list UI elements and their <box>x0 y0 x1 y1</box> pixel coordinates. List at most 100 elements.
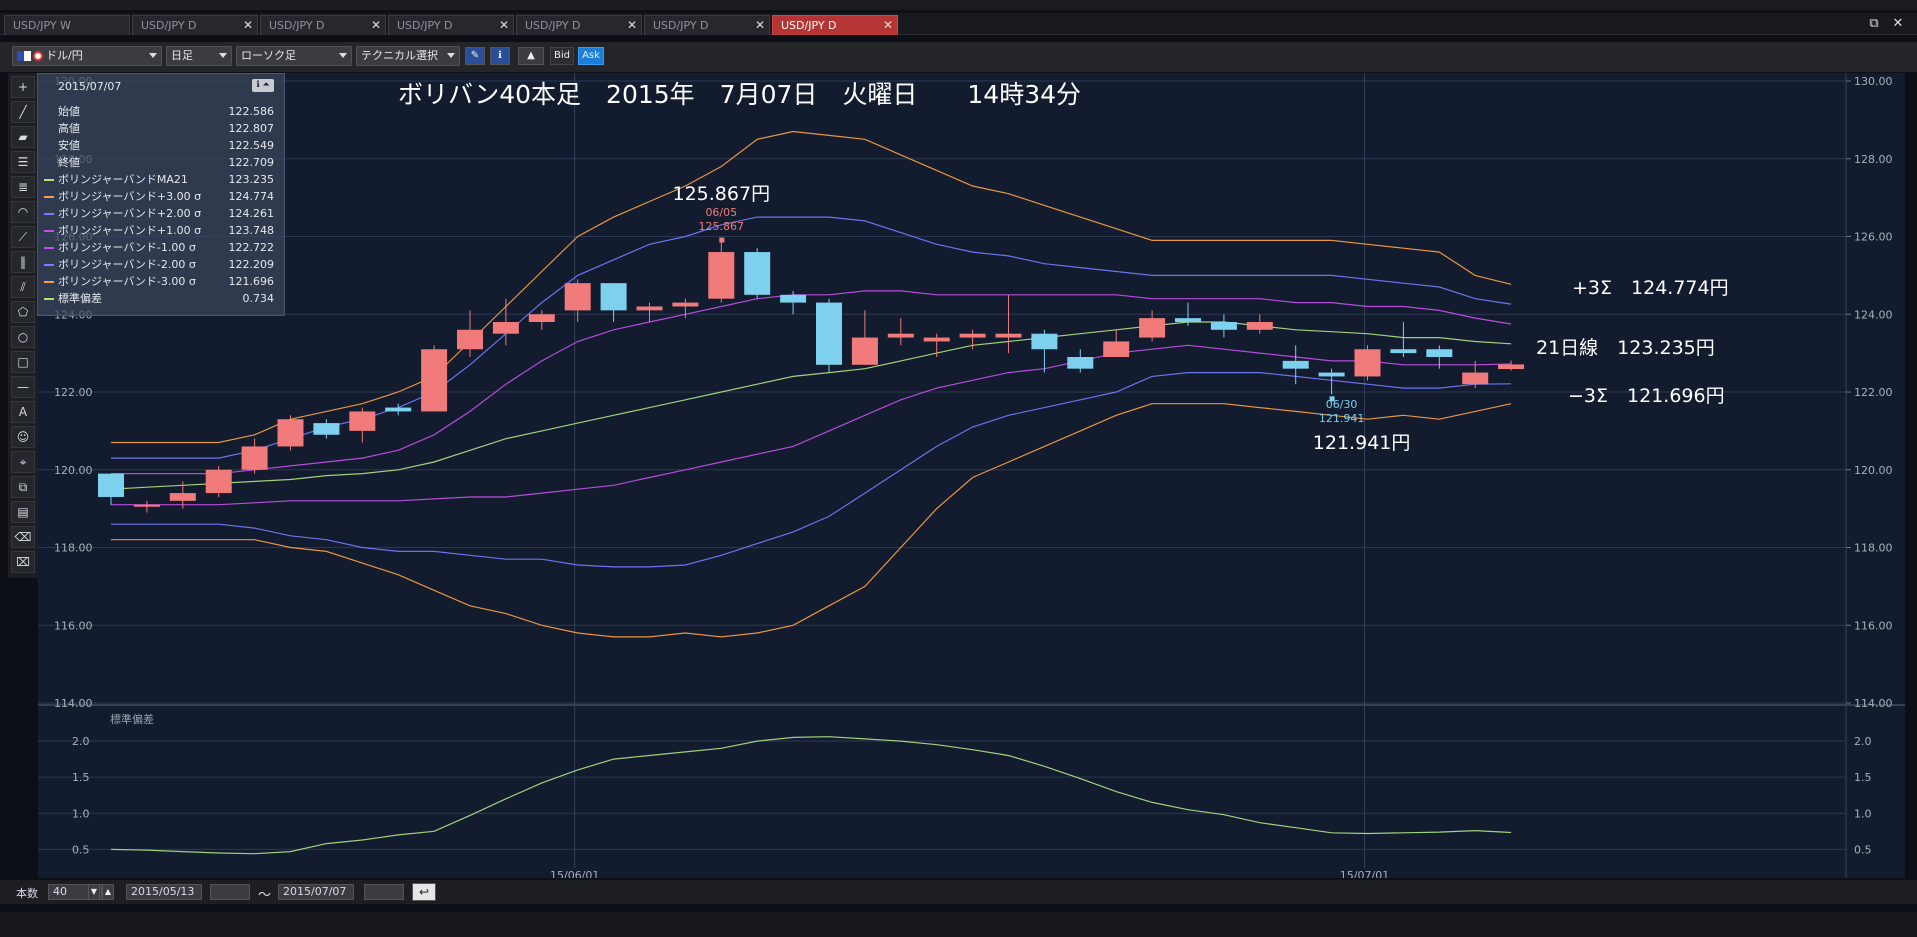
tab-5[interactable]: USD/JPY D ✕ <box>516 15 642 35</box>
info-row: ボリンジャーバンド+3.00 σ 124.774 <box>44 189 278 205</box>
currency-pair-select[interactable]: ドル/円 <box>12 46 162 66</box>
bottom-bar: 本数 40 ▼ ▲ 2015/05/13 〜 2015/07/07 ↩ <box>0 880 1917 904</box>
period-select[interactable]: 日足 <box>166 46 232 66</box>
to-date-field[interactable]: 2015/07/07 <box>278 884 354 900</box>
series-color-icon <box>44 298 54 300</box>
from-time-field[interactable] <box>210 884 250 900</box>
y-tick-label-left: 114.00 <box>54 697 93 710</box>
candle-body <box>313 423 340 435</box>
tab-2[interactable]: USD/JPY D ✕ <box>132 15 258 35</box>
currency-pair-label: ドル/円 <box>46 49 83 62</box>
x-tick-label: 15/07/01 <box>1340 869 1389 878</box>
candle-body <box>169 493 196 501</box>
copy-icon[interactable]: ⧉ <box>11 476 35 498</box>
tab-close-icon[interactable]: ✕ <box>627 16 637 35</box>
close-icon[interactable]: ✕ <box>1889 16 1907 31</box>
info-icon[interactable]: ℹ <box>490 47 510 65</box>
tab-close-icon[interactable]: ✕ <box>499 16 509 35</box>
tab-close-icon[interactable]: ✕ <box>371 16 381 35</box>
ask-label: Ask <box>582 50 600 61</box>
y-tick-label: 130.00 <box>1854 75 1893 88</box>
arc-icon[interactable]: ◠ <box>11 201 35 223</box>
ask-button[interactable]: Ask <box>578 47 604 65</box>
fan-icon[interactable]: ⟋ <box>11 226 35 248</box>
info-value: 122.209 <box>228 258 275 271</box>
count-down-icon[interactable]: ▼ <box>88 884 100 900</box>
sub-tick-label: 2.0 <box>1854 735 1872 748</box>
candle-body <box>1354 349 1381 377</box>
candle-body <box>528 314 555 323</box>
restore-icon[interactable]: ⧉ <box>1865 16 1883 31</box>
tab-close-icon[interactable]: ✕ <box>755 16 765 35</box>
low-date-label: 06/30 <box>1326 398 1358 411</box>
tab-label: USD/JPY D <box>397 19 453 32</box>
tab-bar: USD/JPY W USD/JPY D ✕ USD/JPY D ✕ USD/JPY D ✕ U… <box>0 13 1917 35</box>
crosshair-icon[interactable]: + <box>11 76 35 98</box>
tab-4[interactable]: USD/JPY D ✕ <box>388 15 514 35</box>
tab-6[interactable]: USD/JPY D ✕ <box>644 15 770 35</box>
info-value: 122.722 <box>228 241 275 254</box>
to-date-value: 2015/07/07 <box>283 885 347 898</box>
window-buttons: ⧉ ✕ <box>1859 16 1907 31</box>
candle-body <box>1175 318 1201 323</box>
info-row: ボリンジャーバンドMA21 123.235 <box>44 172 278 188</box>
channel-icon[interactable]: ⫽ <box>11 276 35 298</box>
count-up-icon[interactable]: ▲ <box>102 884 114 900</box>
chart-shape-icon[interactable]: ▲ <box>518 47 544 65</box>
candle-body <box>98 473 124 497</box>
sub-tick-label: 1.0 <box>1854 807 1872 820</box>
tab-close-icon[interactable]: ✕ <box>883 16 893 35</box>
bid-button[interactable]: Bid <box>550 47 574 65</box>
y-tick-label-left: 120.00 <box>54 464 93 477</box>
y-tick-label-left: 118.00 <box>54 542 93 555</box>
hlines-icon[interactable]: ☰ <box>11 151 35 173</box>
info-label: 高値 <box>58 122 80 135</box>
fibonacci-icon[interactable]: ≣ <box>11 176 35 198</box>
plus3-label: +3Σ 124.774円 <box>1572 277 1729 299</box>
rectangle-icon[interactable]: □ <box>11 351 35 373</box>
horizontal-line-icon[interactable]: — <box>11 376 35 398</box>
to-time-field[interactable] <box>364 884 404 900</box>
technical-select[interactable]: テクニカル選択 <box>356 46 460 66</box>
vlines-icon[interactable]: ‖ <box>11 251 35 273</box>
y-tick-label-left: 116.00 <box>54 619 93 632</box>
info-toggle-icon[interactable]: ℹ ⏶ <box>252 79 274 92</box>
chart-style-select[interactable]: ローソク足 <box>236 46 352 66</box>
trendline-icon[interactable]: ╱ <box>11 101 35 123</box>
circle-icon[interactable]: ○ <box>11 326 35 348</box>
text-icon[interactable]: A <box>11 401 35 423</box>
y-tick-label: 128.00 <box>1854 153 1893 166</box>
tab-7[interactable]: USD/JPY D ✕ <box>772 15 898 35</box>
candle-body <box>672 302 699 307</box>
apply-icon[interactable]: ↩ <box>412 883 436 901</box>
paste-icon[interactable]: ▤ <box>11 501 35 523</box>
from-date-field[interactable]: 2015/05/13 <box>126 884 202 900</box>
series-color-icon <box>44 196 54 198</box>
info-label: ボリンジャーバンド+1.00 σ <box>58 224 202 237</box>
y-tick-label: 126.00 <box>1854 231 1893 244</box>
ruler-icon[interactable]: ▰ <box>11 126 35 148</box>
tab-1[interactable]: USD/JPY W <box>4 15 130 35</box>
smiley-icon[interactable]: ☺ <box>11 426 35 448</box>
candle-body <box>923 337 950 342</box>
tab-3[interactable]: USD/JPY D ✕ <box>260 15 386 35</box>
info-row: 安値 122.549 <box>44 138 278 154</box>
candle-body <box>959 333 986 338</box>
pen-icon[interactable]: ✎ <box>465 47 485 65</box>
candle-body <box>600 283 627 311</box>
info-value: 0.734 <box>242 292 275 305</box>
candle-body <box>780 294 807 303</box>
high-price-label: 125.867円 <box>673 183 771 205</box>
price-chart[interactable]: 130.00130.00128.00128.00126.00126.00124.… <box>38 73 1905 882</box>
info-value: 122.586 <box>228 105 275 118</box>
chart-area[interactable]: 130.00130.00128.00128.00126.00126.00124.… <box>38 73 1905 882</box>
candle-body <box>744 252 771 295</box>
polygon-icon[interactable]: ⬠ <box>11 301 35 323</box>
tab-close-icon[interactable]: ✕ <box>243 16 253 35</box>
eraser-icon[interactable]: ⌫ <box>11 526 35 548</box>
series-color-icon <box>44 145 54 147</box>
cursor-icon[interactable]: ⌖ <box>11 451 35 473</box>
eraser-all-icon[interactable]: ⌧ <box>11 551 35 573</box>
info-label: ボリンジャーバンド+3.00 σ <box>58 190 202 203</box>
info-label: ボリンジャーバンド-1.00 σ <box>58 241 196 254</box>
